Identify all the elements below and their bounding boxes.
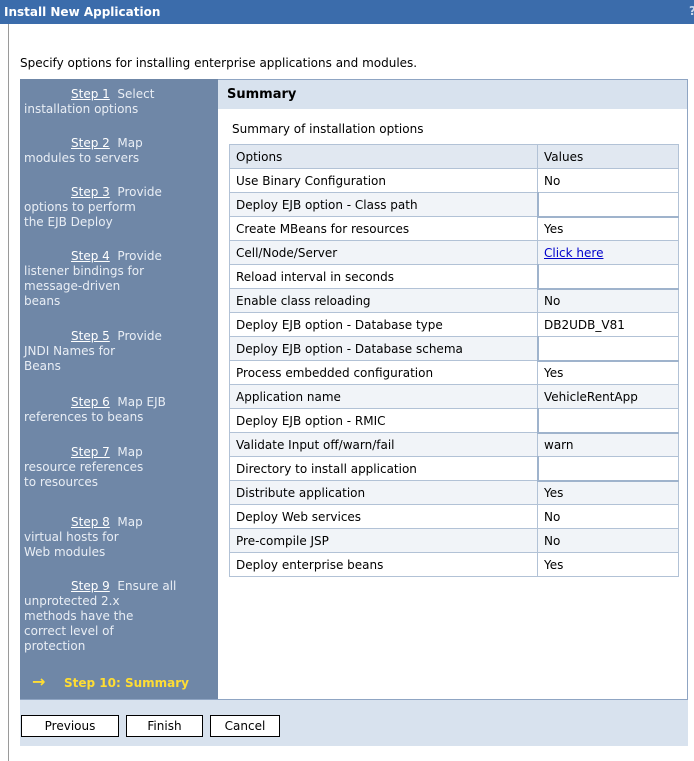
step-9-title: Ensure all [117, 579, 177, 593]
step-1-title: Select [117, 87, 155, 101]
wizard-step-5: Step 5 Provide JNDI Names for Beans [20, 329, 218, 374]
arrow-right-icon: → [32, 672, 46, 691]
step-9-description-3: correct level of [24, 624, 114, 638]
wizard-step-navigation: Step 1 Select installation options Step … [20, 79, 218, 699]
step-9-description-4: protection [24, 639, 86, 653]
step-5-link[interactable]: Step 5 [71, 329, 110, 343]
wizard-step-6: Step 6 Map EJB references to beans [20, 395, 218, 425]
finish-button[interactable]: Finish [126, 715, 203, 737]
step-3-title: Provide [117, 185, 162, 199]
wizard-step-2: Step 2 Map modules to servers [20, 136, 218, 166]
button-bar: Previous Finish Cancel [20, 699, 688, 746]
wizard-step-8: Step 8 Map virtual hosts for Web modules [20, 515, 218, 560]
step-4-link[interactable]: Step 4 [71, 249, 110, 263]
wizard-step-1: Step 1 Select installation options [20, 87, 218, 117]
step-6-title: Map EJB [117, 395, 166, 409]
step-5-description-1: JNDI Names for [24, 344, 116, 358]
panel-border [218, 79, 688, 700]
step-3-description-2: the EJB Deploy [24, 215, 113, 229]
window-title: Install New Application [4, 5, 161, 19]
current-step-label: Step 10: Summary [64, 676, 189, 690]
frame-border [8, 24, 9, 761]
step-5-description-2: Beans [24, 359, 61, 373]
step-4-description-3: beans [24, 294, 61, 308]
step-8-title: Map [117, 515, 143, 529]
install-wizard: Step 1 Select installation options Step … [20, 79, 688, 746]
wizard-step-7: Step 7 Map resource references to resour… [20, 445, 218, 490]
step-7-description-2: to resources [24, 475, 99, 489]
step-9-description-1: unprotected 2.x [24, 594, 120, 608]
step-7-link[interactable]: Step 7 [71, 445, 110, 459]
step-8-description-1: virtual hosts for [24, 530, 119, 544]
step-6-link[interactable]: Step 6 [71, 395, 110, 409]
step-9-link[interactable]: Step 9 [71, 579, 110, 593]
step-3-description-1: options to perform [24, 200, 136, 214]
step-1-link[interactable]: Step 1 [71, 87, 110, 101]
wizard-step-9: Step 9 Ensure all unprotected 2.x method… [20, 579, 218, 654]
step-4-description-2: message-driven [24, 279, 121, 293]
window-titlebar: Install New Application ? [0, 0, 694, 24]
step-6-description: references to beans [24, 410, 144, 424]
page-instructions: Specify options for installing enterpris… [20, 56, 418, 70]
step-1-description: installation options [24, 102, 139, 116]
wizard-step-4: Step 4 Provide listener bindings for mes… [20, 249, 218, 309]
step-2-link[interactable]: Step 2 [71, 136, 110, 150]
step-4-title: Provide [117, 249, 162, 263]
step-8-link[interactable]: Step 8 [71, 515, 110, 529]
step-7-title: Map [117, 445, 143, 459]
step-2-description: modules to servers [24, 151, 140, 165]
step-9-description-2: methods have the [24, 609, 134, 623]
cancel-button[interactable]: Cancel [210, 715, 280, 737]
step-3-link[interactable]: Step 3 [71, 185, 110, 199]
step-2-title: Map [117, 136, 143, 150]
step-4-description-1: listener bindings for [24, 264, 145, 278]
step-8-description-2: Web modules [24, 545, 106, 559]
previous-button[interactable]: Previous [21, 715, 119, 737]
step-5-title: Provide [117, 329, 162, 343]
step-7-description-1: resource references [24, 460, 144, 474]
help-icon[interactable]: ? [689, 4, 694, 18]
wizard-step-3: Step 3 Provide options to perform the EJ… [20, 185, 218, 230]
